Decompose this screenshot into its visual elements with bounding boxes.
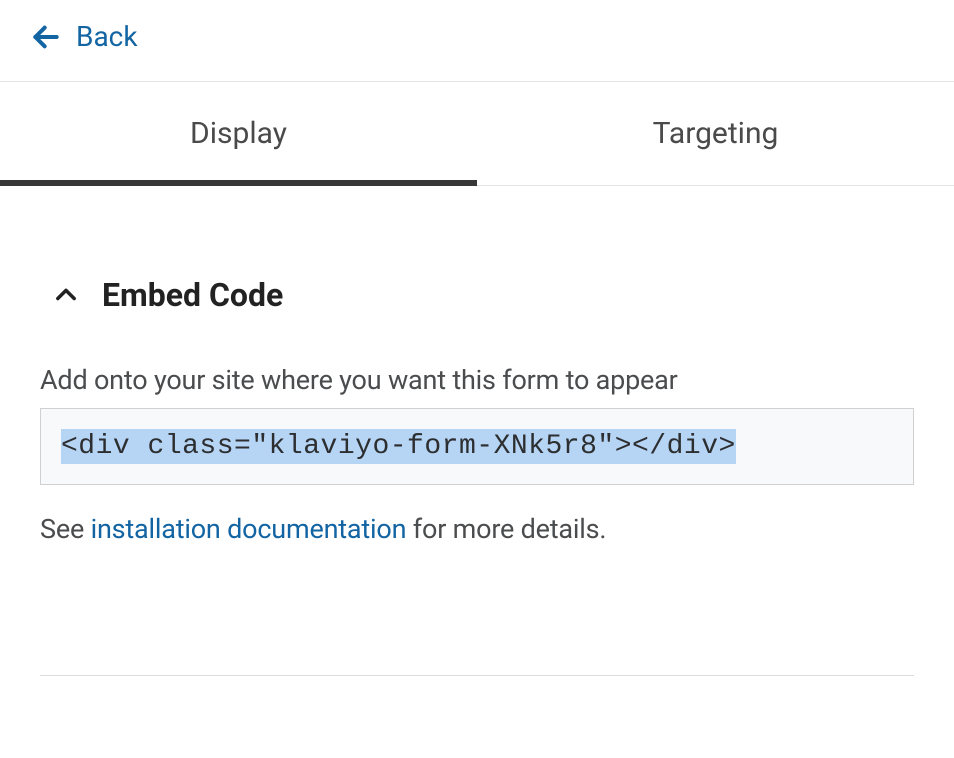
tab-targeting[interactable]: Targeting (477, 82, 954, 185)
embed-code-snippet: <div class="klaviyo-form-XNk5r8"></div> (61, 429, 736, 464)
footer-suffix: for more details. (406, 513, 606, 545)
divider (40, 675, 914, 676)
arrow-left-icon (30, 21, 62, 53)
tab-display[interactable]: Display (0, 82, 477, 185)
tab-targeting-label: Targeting (653, 116, 779, 151)
footer-prefix: See (40, 513, 91, 545)
tab-bar: Display Targeting (0, 81, 954, 186)
back-link[interactable]: Back (0, 0, 954, 81)
chevron-up-icon (52, 281, 80, 309)
installation-documentation-link[interactable]: installation documentation (91, 513, 407, 545)
footer-text: See installation documentation for more … (40, 513, 914, 545)
section-header-embed-code[interactable]: Embed Code (40, 226, 914, 364)
section-title: Embed Code (102, 276, 283, 314)
back-label: Back (76, 20, 138, 53)
embed-description: Add onto your site where you want this f… (40, 364, 914, 396)
tab-display-label: Display (190, 116, 287, 151)
embed-code-box[interactable]: <div class="klaviyo-form-XNk5r8"></div> (40, 408, 914, 485)
content-area: Embed Code Add onto your site where you … (0, 186, 954, 676)
